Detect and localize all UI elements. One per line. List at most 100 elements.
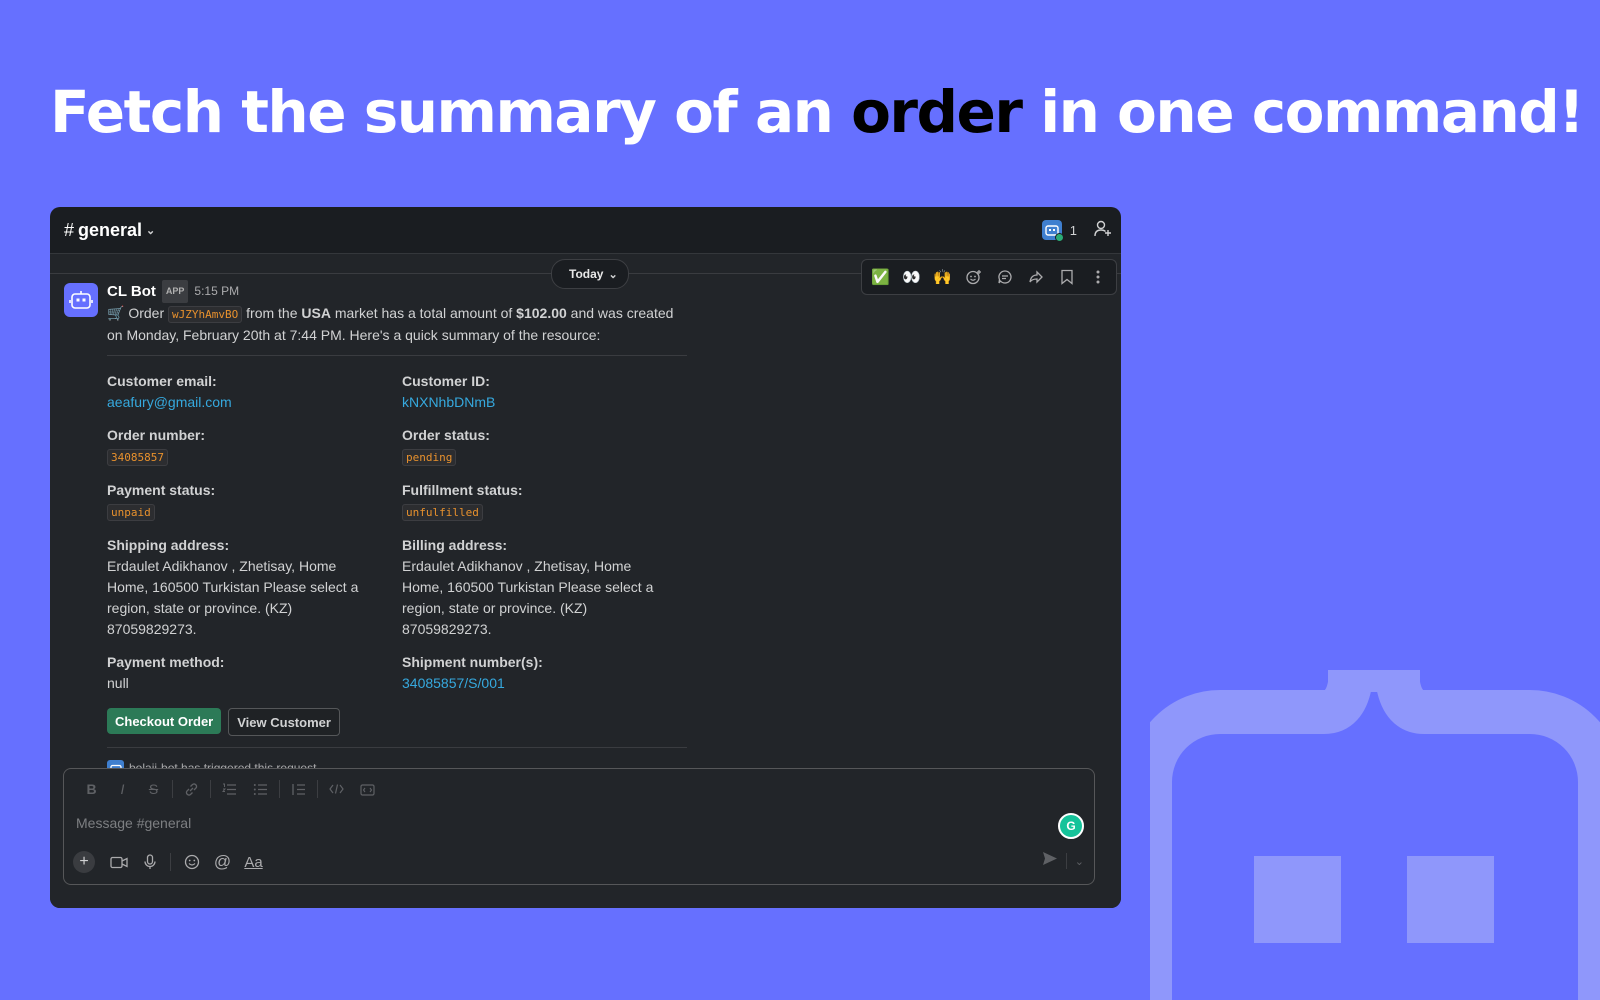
grammarly-icon[interactable]: G xyxy=(1058,813,1084,839)
strikethrough-icon[interactable]: S xyxy=(138,779,169,799)
toolbar-separator xyxy=(1065,853,1067,869)
formatting-toolbar: B I S xyxy=(76,779,383,799)
field-shipment-numbers: Shipment number(s): 34085857/S/001 xyxy=(402,652,687,694)
order-fields: Customer email: aeafury@gmail.com Custome… xyxy=(107,371,687,694)
blockquote-icon[interactable] xyxy=(283,779,314,799)
field-label: Customer ID: xyxy=(402,373,490,389)
order-number-code: 34085857 xyxy=(107,449,168,466)
shipment-number-link[interactable]: 34085857/S/001 xyxy=(402,673,687,694)
field-payment-method: Payment method: null xyxy=(107,652,402,694)
reply-in-thread-icon[interactable] xyxy=(990,263,1019,292)
field-billing-address: Billing address: Erdaulet Adikhanov , Zhe… xyxy=(402,535,687,640)
field-shipping-address: Shipping address: Erdaulet Adikhanov , Zh… xyxy=(107,535,402,640)
section-divider xyxy=(107,747,687,748)
send-icon[interactable] xyxy=(1042,851,1058,871)
add-reaction-icon[interactable] xyxy=(959,263,988,292)
text-formatting-icon[interactable]: Aa xyxy=(240,850,267,874)
message-input[interactable]: Message #general xyxy=(76,815,191,831)
toolbar-separator xyxy=(170,853,171,871)
link-icon[interactable] xyxy=(176,779,207,799)
chevron-down-icon: ⌄ xyxy=(608,268,618,281)
channel-name-button[interactable]: # general ⌄ xyxy=(64,220,155,241)
bookmark-icon[interactable] xyxy=(1052,263,1081,292)
field-fulfillment-status: Fulfillment status: unfulfilled xyxy=(402,480,687,523)
field-label: Fulfillment status: xyxy=(402,482,523,498)
field-payment-status: Payment status: unpaid xyxy=(107,480,402,523)
headline-part-2: in one command! xyxy=(1021,78,1585,146)
channel-name: general xyxy=(78,219,143,240)
headline: Fetch the summary of an order in one com… xyxy=(50,78,1585,146)
reaction-eyes-icon[interactable]: 👀 xyxy=(897,263,926,292)
field-label: Shipping address: xyxy=(107,537,230,553)
message-actions: Checkout Order View Customer xyxy=(107,708,687,736)
field-customer-id: Customer ID: kNXNhbDNmB xyxy=(402,371,687,413)
message-composer[interactable]: B I S Message #general G + @ Aa ⌄ xyxy=(63,768,1095,885)
section-divider xyxy=(107,355,687,356)
field-label: Payment method: xyxy=(107,654,225,670)
more-actions-icon[interactable] xyxy=(1083,263,1112,292)
field-order-number: Order number: 34085857 xyxy=(107,425,402,468)
italic-icon[interactable]: I xyxy=(107,779,138,799)
bot-avatar[interactable] xyxy=(64,283,98,317)
fulfillment-status-code: unfulfilled xyxy=(402,504,483,521)
field-label: Customer email: xyxy=(107,373,217,389)
mention-icon[interactable]: @ xyxy=(209,850,236,874)
video-clip-icon[interactable] xyxy=(105,850,132,874)
plus-icon[interactable]: + xyxy=(73,851,95,873)
payment-status-code: unpaid xyxy=(107,504,155,521)
shipping-address-value: Erdaulet Adikhanov , Zhetisay, Home Home… xyxy=(107,558,359,637)
field-label: Payment status: xyxy=(107,482,216,498)
add-member-icon[interactable] xyxy=(1093,219,1113,244)
field-order-status: Order status: pending xyxy=(402,425,687,468)
cart-emoji: 🛒 xyxy=(107,305,125,321)
market-name: USA xyxy=(301,305,331,321)
code-block-icon[interactable] xyxy=(352,779,383,799)
intro-text-1: Order xyxy=(124,305,169,321)
brand-decoration xyxy=(1150,670,1600,1000)
bulleted-list-icon[interactable] xyxy=(245,779,276,799)
date-divider-label: Today xyxy=(569,267,604,281)
view-customer-button[interactable]: View Customer xyxy=(228,708,340,736)
bold-icon[interactable]: B xyxy=(76,779,107,799)
message-pane: Today ⌄ ✅ 👀 🙌 CL Bot APP 5:15 PM 🛒 Order … xyxy=(50,254,1121,908)
ordered-list-icon[interactable] xyxy=(214,779,245,799)
member-avatar xyxy=(1041,220,1064,242)
date-divider-button[interactable]: Today ⌄ xyxy=(551,259,629,289)
chevron-down-icon[interactable]: ⌄ xyxy=(1075,855,1084,868)
message-timestamp[interactable]: 5:15 PM xyxy=(194,281,239,302)
field-label: Billing address: xyxy=(402,537,508,553)
field-customer-email: Customer email: aeafury@gmail.com xyxy=(107,371,402,413)
app-badge: APP xyxy=(161,280,189,303)
headline-part-1: Fetch the summary of an xyxy=(50,78,852,146)
toolbar-separator xyxy=(317,780,318,798)
bot-icon xyxy=(69,291,93,309)
billing-address-value: Erdaulet Adikhanov , Zhetisay, Home Home… xyxy=(402,558,654,637)
online-status-dot xyxy=(1054,233,1064,242)
payment-method-value: null xyxy=(107,675,129,691)
member-count: 1 xyxy=(1069,222,1077,238)
slack-window: # general ⌄ 1 Today ⌄ ✅ 👀 🙌 CL Bot APP 5… xyxy=(50,207,1121,908)
customer-email-link[interactable]: aeafury@gmail.com xyxy=(107,392,402,413)
toolbar-separator xyxy=(279,780,280,798)
checkout-order-button[interactable]: Checkout Order xyxy=(107,708,222,734)
order-amount: $102.00 xyxy=(516,305,567,321)
field-label: Shipment number(s): xyxy=(402,654,543,670)
microphone-icon[interactable] xyxy=(136,850,163,874)
toolbar-separator xyxy=(210,780,211,798)
reaction-check-icon[interactable]: ✅ xyxy=(866,263,895,292)
toolbar-separator xyxy=(172,780,173,798)
order-id-code: wJZYhAmvBO xyxy=(168,306,243,323)
message-actions-toolbar: ✅ 👀 🙌 xyxy=(861,259,1117,295)
reaction-raised-hands-icon[interactable]: 🙌 xyxy=(928,263,957,292)
members-button[interactable]: 1 xyxy=(1038,216,1081,244)
code-icon[interactable] xyxy=(321,779,352,799)
message-intro: 🛒 Order wJZYhAmvBO from the USA market h… xyxy=(107,303,687,346)
emoji-icon[interactable] xyxy=(178,850,205,874)
sender-name[interactable]: CL Bot xyxy=(107,281,156,302)
forward-icon[interactable] xyxy=(1021,263,1050,292)
order-status-code: pending xyxy=(402,449,457,466)
customer-id-link[interactable]: kNXNhbDNmB xyxy=(402,392,687,413)
intro-text-2: from the xyxy=(242,305,302,321)
field-label: Order number: xyxy=(107,427,206,443)
channel-header: # general ⌄ 1 xyxy=(50,207,1121,254)
